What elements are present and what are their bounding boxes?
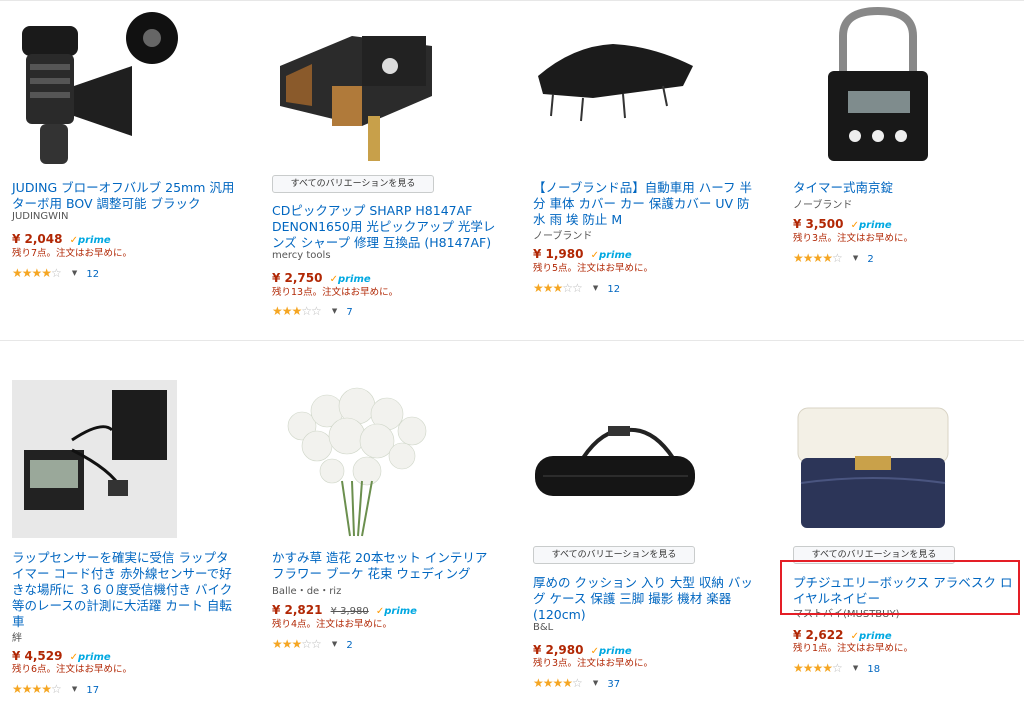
star-rating-icon[interactable]: ★★★☆☆ xyxy=(272,304,322,318)
product-card: タイマー式南京錠 ノーブランド ¥ 3,500 ✓prime 残り3点。注文はお… xyxy=(793,0,1023,270)
babys-breath-flowers-image[interactable] xyxy=(272,386,502,551)
product-price: ¥ 3,500 xyxy=(793,217,844,231)
selection-highlight-box xyxy=(780,560,1020,615)
product-card: ラップセンサーを確実に受信 ラップタイマー コード付き 赤外線センサーで好きな場… xyxy=(12,378,242,698)
product-card: すべてのバリエーションを見る 厚めの クッション 入り 大型 収納 バッグ ケー… xyxy=(533,378,763,690)
product-title-link[interactable]: CDピックアップ SHARP H8147AF DENON1650用 光ピックアッ… xyxy=(272,203,497,251)
stock-notice: 残り5点。注文はお早めに。 xyxy=(533,263,654,274)
row-divider xyxy=(0,340,1024,341)
star-rating-icon[interactable]: ★★★☆☆ xyxy=(533,281,583,295)
rating-row[interactable]: ★★★★☆ ▼ 2 xyxy=(793,247,874,265)
product-brand: ノーブランド xyxy=(533,231,593,242)
product-title-link[interactable]: かすみ草 造花 20本セット インテリアフラワー ブーケ 花束 ウェディング xyxy=(272,550,497,582)
review-count-link[interactable]: 12 xyxy=(607,284,620,295)
product-brand: 絆 xyxy=(12,633,22,644)
star-rating-icon[interactable]: ★★★★☆ xyxy=(793,661,843,675)
rating-row[interactable]: ★★★★☆ ▼ 18 xyxy=(793,657,880,675)
product-brand: ノーブランド xyxy=(793,200,853,211)
star-rating-icon[interactable]: ★★★★☆ xyxy=(533,676,583,690)
lap-timer-image[interactable] xyxy=(12,380,242,545)
stock-notice: 残り1点。注文はお早めに。 xyxy=(793,643,914,654)
product-brand: JUDINGWIN xyxy=(12,211,69,222)
see-all-variations-button[interactable]: すべてのバリエーションを見る xyxy=(272,175,434,193)
review-count-link[interactable]: 12 xyxy=(86,269,99,280)
review-count-link[interactable]: 17 xyxy=(86,685,99,696)
price-row: ¥ 4,529 ✓prime xyxy=(12,645,111,663)
stock-notice: 残り3点。注文はお早めに。 xyxy=(793,233,914,244)
price-row: ¥ 2,980 ✓prime xyxy=(533,639,632,657)
product-title-link[interactable]: 厚めの クッション 入り 大型 収納 バッグ ケース 保護 三脚 撮影 機材 楽… xyxy=(533,575,758,623)
rating-row[interactable]: ★★★☆☆ ▼ 7 xyxy=(272,300,353,318)
rating-row[interactable]: ★★★☆☆ ▼ 2 xyxy=(272,633,353,651)
stock-notice: 残り3点。注文はお早めに。 xyxy=(533,658,654,669)
price-row: ¥ 2,821 ¥ 3,980 ✓prime xyxy=(272,599,417,617)
product-card: すべてのバリエーションを見る CDピックアップ SHARP H8147AF DE… xyxy=(272,0,502,320)
chevron-down-icon[interactable]: ▼ xyxy=(853,254,858,262)
cd-pickup-image[interactable] xyxy=(272,6,502,171)
chevron-down-icon[interactable]: ▼ xyxy=(593,679,598,687)
product-card: かすみ草 造花 20本セット インテリアフラワー ブーケ 花束 ウェディング B… xyxy=(272,378,502,678)
star-rating-icon[interactable]: ★★★★☆ xyxy=(12,682,62,696)
chevron-down-icon[interactable]: ▼ xyxy=(593,284,598,292)
star-rating-icon[interactable]: ★★★☆☆ xyxy=(272,637,322,651)
review-count-link[interactable]: 18 xyxy=(867,664,880,675)
rating-row[interactable]: ★★★★☆ ▼ 17 xyxy=(12,678,99,696)
car-cover-image[interactable] xyxy=(533,6,763,171)
star-rating-icon[interactable]: ★★★★☆ xyxy=(12,266,62,280)
product-title-link[interactable]: JUDING ブローオフバルブ 25mm 汎用ターボ用 BOV 調整可能 ブラッ… xyxy=(12,180,237,212)
product-card: JUDING ブローオフバルブ 25mm 汎用ターボ用 BOV 調整可能 ブラッ… xyxy=(12,0,242,290)
product-price: ¥ 2,821 xyxy=(272,603,323,617)
chevron-down-icon[interactable]: ▼ xyxy=(853,664,858,672)
price-row: ¥ 2,622 ✓prime xyxy=(793,624,892,642)
chevron-down-icon[interactable]: ▼ xyxy=(72,685,77,693)
stock-notice: 残り13点。注文はお早めに。 xyxy=(272,287,399,298)
see-all-variations-button[interactable]: すべてのバリエーションを見る xyxy=(533,546,695,564)
review-count-link[interactable]: 2 xyxy=(346,640,352,651)
jewelry-box-image[interactable] xyxy=(793,388,1023,553)
rating-row[interactable]: ★★★★☆ ▼ 37 xyxy=(533,672,620,690)
review-count-link[interactable]: 37 xyxy=(607,679,620,690)
tripod-bag-image[interactable] xyxy=(533,378,763,543)
product-brand: mercy tools xyxy=(272,250,331,261)
product-title-link[interactable]: 【ノーブランド品】自動車用 ハーフ 半分 車体 カバー カー 保護カバー UV … xyxy=(533,180,758,228)
stock-notice: 残り4点。注文はお早めに。 xyxy=(272,619,393,630)
star-rating-icon[interactable]: ★★★★☆ xyxy=(793,251,843,265)
product-card: 【ノーブランド品】自動車用 ハーフ 半分 車体 カバー カー 保護カバー UV … xyxy=(533,0,763,300)
price-row: ¥ 2,750 ✓prime xyxy=(272,267,371,285)
stock-notice: 残り7点。注文はお早めに。 xyxy=(12,248,133,259)
product-card: すべてのバリエーションを見る プチジュエリーボックス アラベスク ロイヤルネイビ… xyxy=(793,378,1023,678)
blowoff-valve-image[interactable] xyxy=(12,6,242,171)
product-brand: Balle・de・riz xyxy=(272,586,342,597)
chevron-down-icon[interactable]: ▼ xyxy=(72,269,77,277)
review-count-link[interactable]: 7 xyxy=(346,307,352,318)
product-title-link[interactable]: タイマー式南京錠 xyxy=(793,180,1018,196)
price-row: ¥ 3,500 ✓prime xyxy=(793,213,892,231)
price-row: ¥ 1,980 ✓prime xyxy=(533,243,632,261)
rating-row[interactable]: ★★★☆☆ ▼ 12 xyxy=(533,277,620,295)
stock-notice: 残り6点。注文はお早めに。 xyxy=(12,664,133,675)
product-price: ¥ 2,048 xyxy=(12,232,63,246)
product-price: ¥ 2,750 xyxy=(272,271,323,285)
review-count-link[interactable]: 2 xyxy=(867,254,873,265)
product-title-link[interactable]: ラップセンサーを確実に受信 ラップタイマー コード付き 赤外線センサーで好きな場… xyxy=(12,550,237,630)
product-brand: B&L xyxy=(533,622,554,633)
product-price: ¥ 1,980 xyxy=(533,247,584,261)
rating-row[interactable]: ★★★★☆ ▼ 12 xyxy=(12,262,99,280)
chevron-down-icon[interactable]: ▼ xyxy=(332,640,337,648)
timer-padlock-image[interactable] xyxy=(793,6,1023,171)
chevron-down-icon[interactable]: ▼ xyxy=(332,307,337,315)
price-row: ¥ 2,048 ✓prime xyxy=(12,228,111,246)
